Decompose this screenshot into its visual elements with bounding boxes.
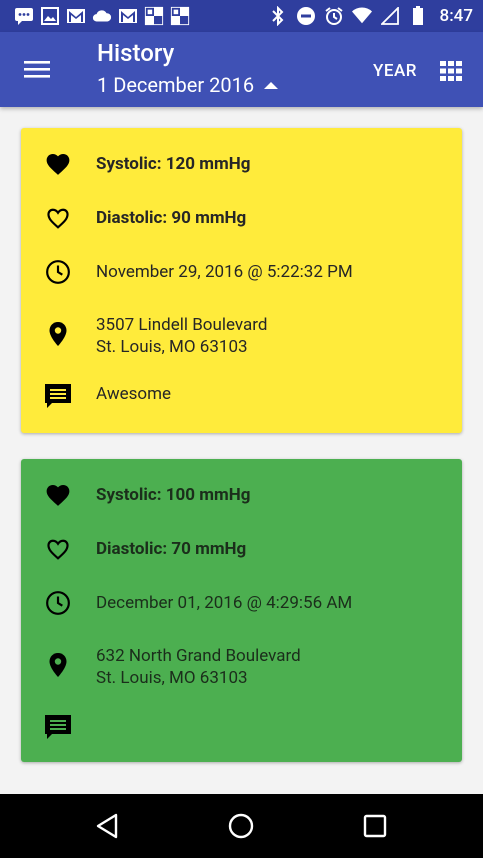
app-bar: History 1 December 2016 YEAR bbox=[0, 32, 483, 107]
gmail-notification-icon-2 bbox=[118, 6, 138, 26]
comment-icon bbox=[44, 382, 72, 410]
game-notification-icon-2 bbox=[170, 6, 190, 26]
address-value: 632 North Grand Boulevard St. Louis, MO … bbox=[96, 645, 301, 689]
heart-filled-icon bbox=[44, 150, 72, 178]
history-entry-card[interactable]: Systolic: 100 mmHg Diastolic: 70 mmHg De… bbox=[21, 459, 462, 762]
location-pin-icon bbox=[44, 320, 72, 348]
year-button[interactable]: YEAR bbox=[373, 61, 417, 81]
chat-notification-icon bbox=[14, 6, 34, 26]
system-icons: 8:47 bbox=[268, 6, 473, 26]
page-title: History bbox=[97, 39, 175, 67]
location-pin-icon bbox=[44, 651, 72, 679]
clock-icon bbox=[44, 589, 72, 617]
heart-filled-icon bbox=[44, 481, 72, 509]
battery-icon bbox=[408, 6, 428, 26]
address-value: 3507 Lindell Boulevard St. Louis, MO 631… bbox=[96, 314, 267, 358]
wifi-icon bbox=[351, 6, 372, 26]
heart-outline-icon bbox=[44, 204, 72, 232]
comment-icon bbox=[44, 713, 72, 741]
cell-signal-icon bbox=[380, 6, 400, 26]
do-not-disturb-icon bbox=[296, 6, 316, 26]
status-bar: 8:47 bbox=[0, 0, 483, 32]
bluetooth-icon bbox=[268, 6, 288, 26]
image-notification-icon bbox=[40, 6, 60, 26]
address-line-1: 3507 Lindell Boulevard bbox=[96, 315, 268, 335]
datetime-value: December 01, 2016 @ 4:29:56 AM bbox=[96, 593, 353, 613]
clock: 8:47 bbox=[439, 6, 473, 26]
grid-view-button[interactable] bbox=[438, 59, 464, 83]
system-navigation-bar bbox=[0, 794, 483, 858]
game-notification-icon bbox=[144, 6, 164, 26]
hamburger-icon bbox=[24, 61, 50, 78]
clock-icon bbox=[44, 258, 72, 286]
back-button[interactable] bbox=[92, 810, 124, 842]
date-selector[interactable]: 1 December 2016 bbox=[97, 73, 279, 97]
datetime-value: November 29, 2016 @ 5:22:32 PM bbox=[96, 262, 353, 282]
systolic-value: Systolic: 100 mmHg bbox=[96, 485, 251, 505]
heart-outline-icon bbox=[44, 535, 72, 563]
recents-square-icon bbox=[363, 814, 387, 838]
address-line-2: St. Louis, MO 63103 bbox=[96, 337, 248, 357]
selected-date: 1 December 2016 bbox=[97, 73, 255, 97]
systolic-value: Systolic: 120 mmHg bbox=[96, 154, 251, 174]
back-triangle-icon bbox=[96, 813, 118, 839]
grid-icon bbox=[440, 61, 462, 81]
menu-button[interactable] bbox=[18, 52, 56, 86]
cloud-notification-icon bbox=[92, 6, 112, 26]
alarm-icon bbox=[324, 6, 344, 26]
notification-icons bbox=[14, 6, 190, 26]
home-button[interactable] bbox=[225, 810, 257, 842]
diastolic-value: Diastolic: 90 mmHg bbox=[96, 208, 247, 228]
diastolic-value: Diastolic: 70 mmHg bbox=[96, 539, 247, 559]
history-entry-card[interactable]: Systolic: 120 mmHg Diastolic: 90 mmHg No… bbox=[21, 128, 462, 433]
comment-value: Awesome bbox=[96, 384, 171, 404]
caret-up-icon bbox=[264, 81, 279, 89]
home-circle-icon bbox=[228, 813, 254, 839]
gmail-notification-icon bbox=[66, 6, 86, 26]
address-line-2: St. Louis, MO 63103 bbox=[96, 668, 248, 688]
recents-button[interactable] bbox=[359, 810, 391, 842]
address-line-1: 632 North Grand Boulevard bbox=[96, 646, 301, 666]
